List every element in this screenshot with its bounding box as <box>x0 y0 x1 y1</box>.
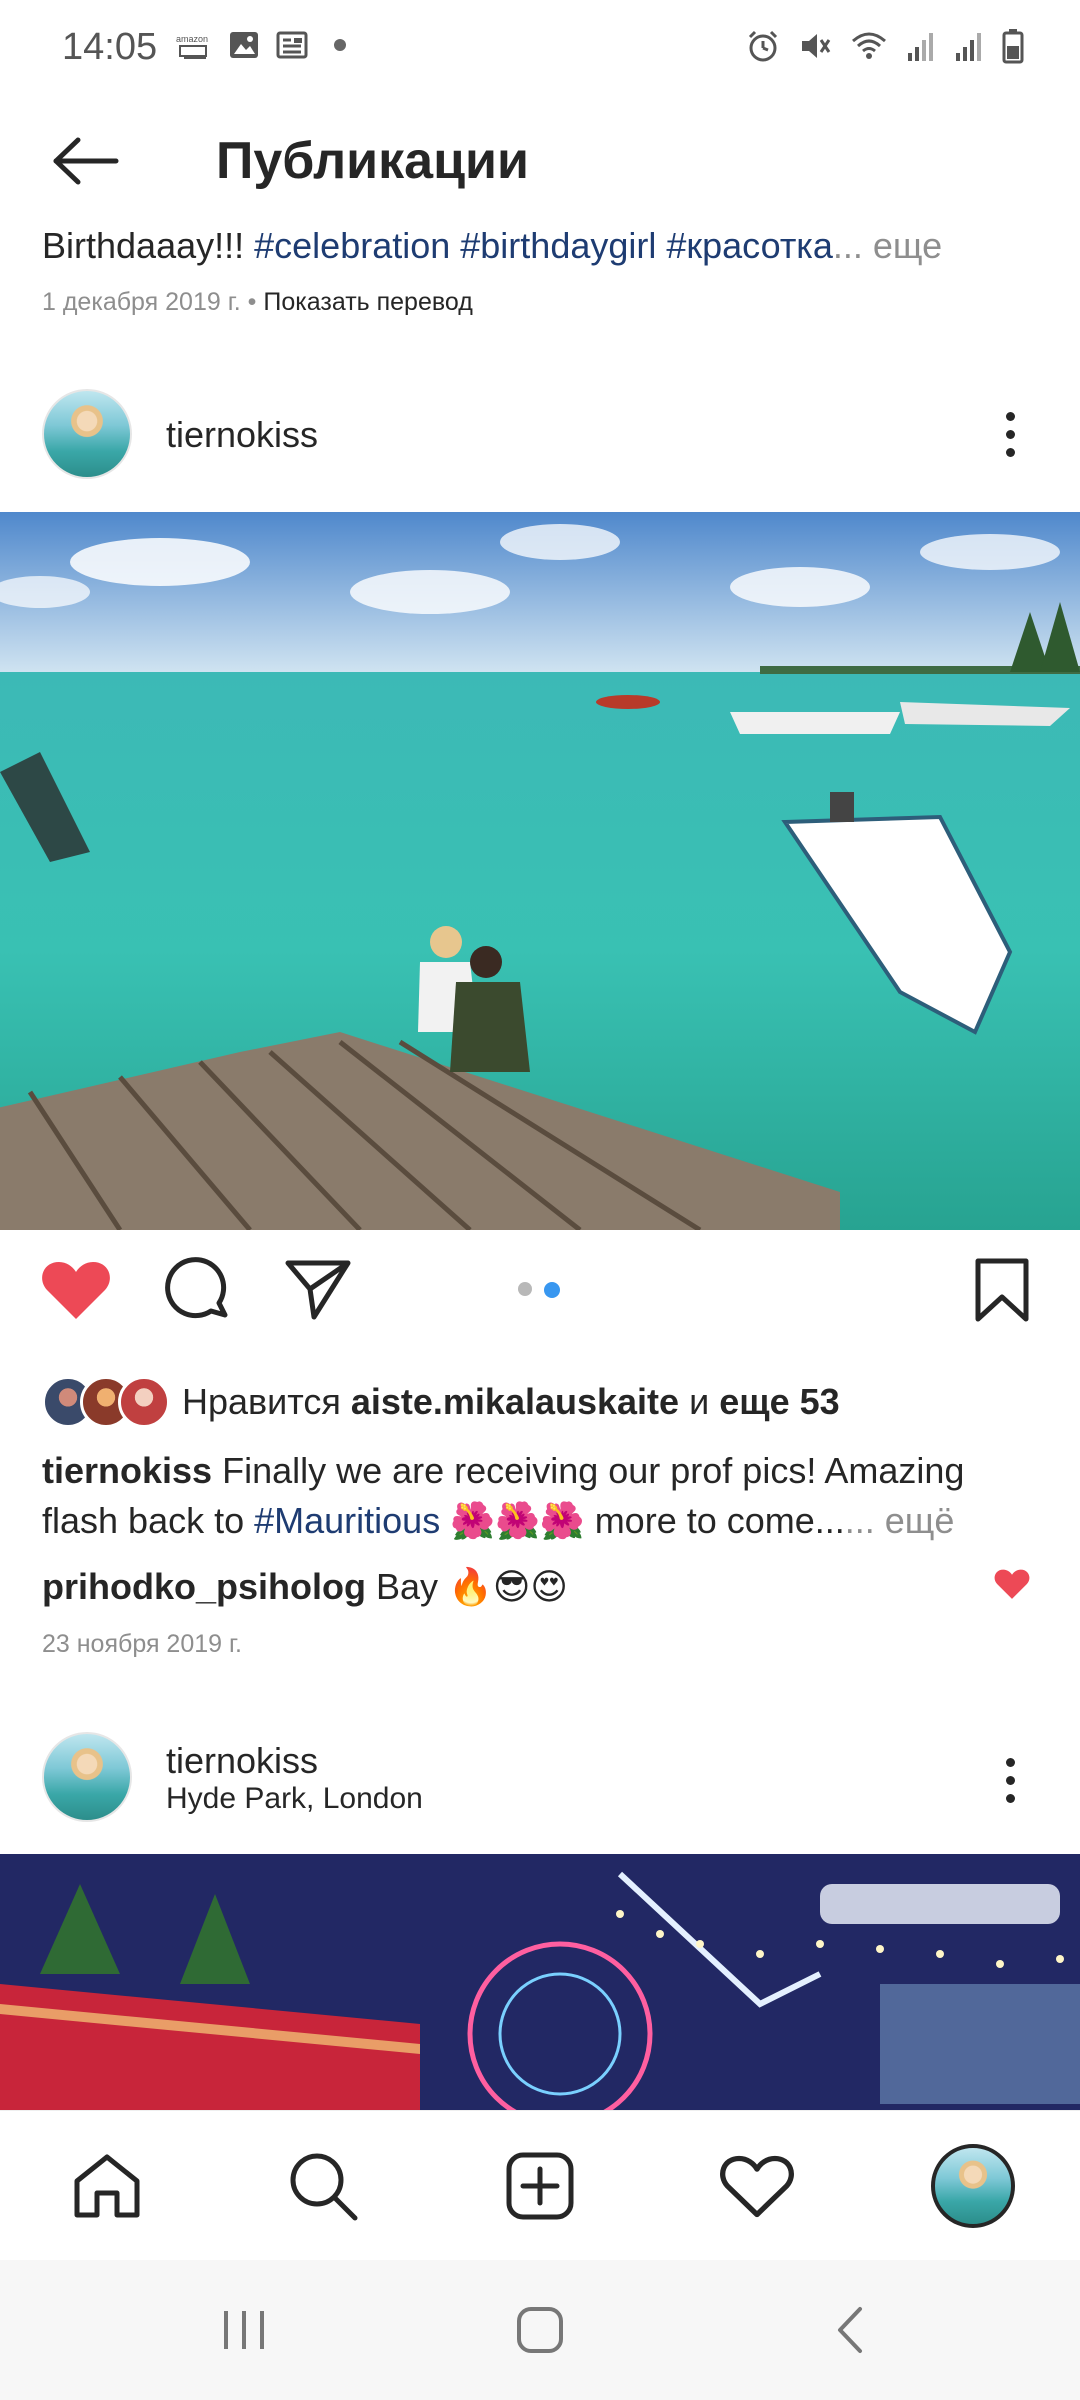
more-options-button[interactable] <box>980 394 1040 474</box>
post-username[interactable]: tiernokiss <box>166 1740 318 1782</box>
alarm-icon <box>748 30 778 62</box>
status-time: 14:05 <box>62 26 158 68</box>
page-title: Публикации <box>216 132 529 190</box>
home-system-button[interactable] <box>500 2300 580 2360</box>
show-translation-link[interactable]: Показать перевод <box>263 288 472 316</box>
likes-more[interactable]: еще 53 <box>719 1381 839 1422</box>
recent-apps-button[interactable] <box>204 2300 284 2360</box>
prev-caption-text: Birthdaaay!!! <box>42 226 255 266</box>
likes-and: и <box>679 1381 720 1422</box>
back-button[interactable] <box>40 126 130 196</box>
wifi-icon <box>852 32 886 59</box>
search-icon <box>290 2153 358 2221</box>
park-photo <box>0 1854 1080 2110</box>
caption-hashtag[interactable]: #Mauritious <box>254 1500 440 1541</box>
nav-activity[interactable] <box>712 2141 802 2231</box>
carousel-indicator <box>518 1282 560 1298</box>
avatar[interactable] <box>42 1732 132 1822</box>
share-button[interactable] <box>278 1250 358 1330</box>
liker-avatars <box>42 1376 170 1428</box>
comment-button[interactable] <box>158 1250 238 1330</box>
news-icon <box>276 31 308 59</box>
save-button[interactable] <box>962 1250 1042 1330</box>
meta-separator: • <box>240 288 264 316</box>
liker-username[interactable]: aiste.mikalauskaite <box>351 1381 679 1422</box>
caption-more[interactable]: ... ещё <box>845 1500 955 1541</box>
amazon-icon: amazon <box>176 34 208 59</box>
arrow-left-icon <box>53 137 119 185</box>
feed[interactable]: Birthdaaay!!! #celebration #birthdaygirl… <box>0 226 1080 2110</box>
image-icon <box>230 32 258 58</box>
likes-text: Нравится aiste.mikalauskaite и еще 53 <box>182 1381 840 1423</box>
heart-outline-icon <box>720 2155 794 2218</box>
post-location[interactable]: Hyde Park, London <box>166 1782 423 1816</box>
avatar[interactable] <box>42 389 132 479</box>
nav-search[interactable] <box>278 2141 368 2231</box>
post-header: tiernokiss <box>0 374 1080 494</box>
post-date: 23 ноября 2019 г. <box>42 1630 242 1658</box>
comment: prihodko_psiholog Bay 🔥😎😍 <box>42 1566 568 1608</box>
like-button[interactable] <box>36 1250 116 1330</box>
send-icon <box>285 1260 351 1320</box>
caption-text-end: 🌺🌺🌺 more to come... <box>440 1500 845 1541</box>
status-right-icons <box>746 28 1024 64</box>
post-actions <box>0 1230 1080 1350</box>
battery-icon <box>1002 29 1024 64</box>
dot-icon <box>334 39 346 51</box>
caption-username[interactable]: tiernokiss <box>42 1450 212 1491</box>
comment-username[interactable]: prihodko_psiholog <box>42 1566 366 1607</box>
nav-create[interactable] <box>495 2141 585 2231</box>
prev-caption-more[interactable]: ... еще <box>833 226 942 266</box>
nav-home[interactable] <box>62 2141 152 2231</box>
signal-icon <box>956 33 981 61</box>
plus-square-icon <box>506 2152 574 2220</box>
top-bar: Публикации <box>0 96 1080 226</box>
carousel-dot-active <box>544 1282 560 1298</box>
chevron-left-icon <box>838 2307 862 2353</box>
heart-filled-icon <box>994 1569 1030 1599</box>
likes-row[interactable]: Нравится aiste.mikalauskaite и еще 53 <box>42 1372 840 1432</box>
post-header: tiernokiss Hyde Park, London <box>0 1720 1080 1840</box>
carousel-dot <box>518 1282 532 1296</box>
post-image[interactable] <box>0 512 1080 1230</box>
home-square-icon <box>517 2307 563 2353</box>
comment-text: Bay 🔥😎😍 <box>365 1566 568 1607</box>
more-options-button[interactable] <box>980 1740 1040 1820</box>
comment-like-button[interactable] <box>994 1568 1030 1605</box>
back-system-button[interactable] <box>810 2300 890 2360</box>
heart-filled-icon <box>42 1262 110 1319</box>
prev-post-date: 1 декабря 2019 г. <box>42 288 241 316</box>
likes-prefix: Нравится <box>182 1381 351 1422</box>
comment-icon <box>165 1257 228 1319</box>
avatar <box>118 1376 170 1428</box>
home-icon <box>74 2154 140 2218</box>
beach-photo <box>0 512 1080 1230</box>
post-username[interactable]: tiernokiss <box>166 414 318 456</box>
post-caption: tiernokiss Finally we are receiving our … <box>42 1446 1042 1546</box>
prev-caption-tags[interactable]: #celebration #birthdaygirl #красотка <box>254 226 833 266</box>
recent-apps-icon <box>224 2311 264 2349</box>
prev-post-caption: Birthdaaay!!! #celebration #birthdaygirl… <box>42 226 942 266</box>
system-navigation-bar <box>0 2260 1080 2400</box>
nav-profile[interactable] <box>928 2141 1018 2231</box>
svg-text:amazon: amazon <box>176 34 208 44</box>
mute-icon <box>802 34 831 58</box>
bookmark-icon <box>975 1258 1029 1322</box>
profile-avatar <box>931 2144 1015 2228</box>
signal-icon <box>908 33 933 61</box>
post-image[interactable] <box>0 1854 1080 2110</box>
prev-post-meta: 1 декабря 2019 г. • Показать перевод <box>42 288 473 317</box>
status-bar: 14:05 amazon <box>0 0 1080 96</box>
bottom-nav <box>0 2110 1080 2260</box>
status-left-icons: amazon <box>176 30 346 60</box>
